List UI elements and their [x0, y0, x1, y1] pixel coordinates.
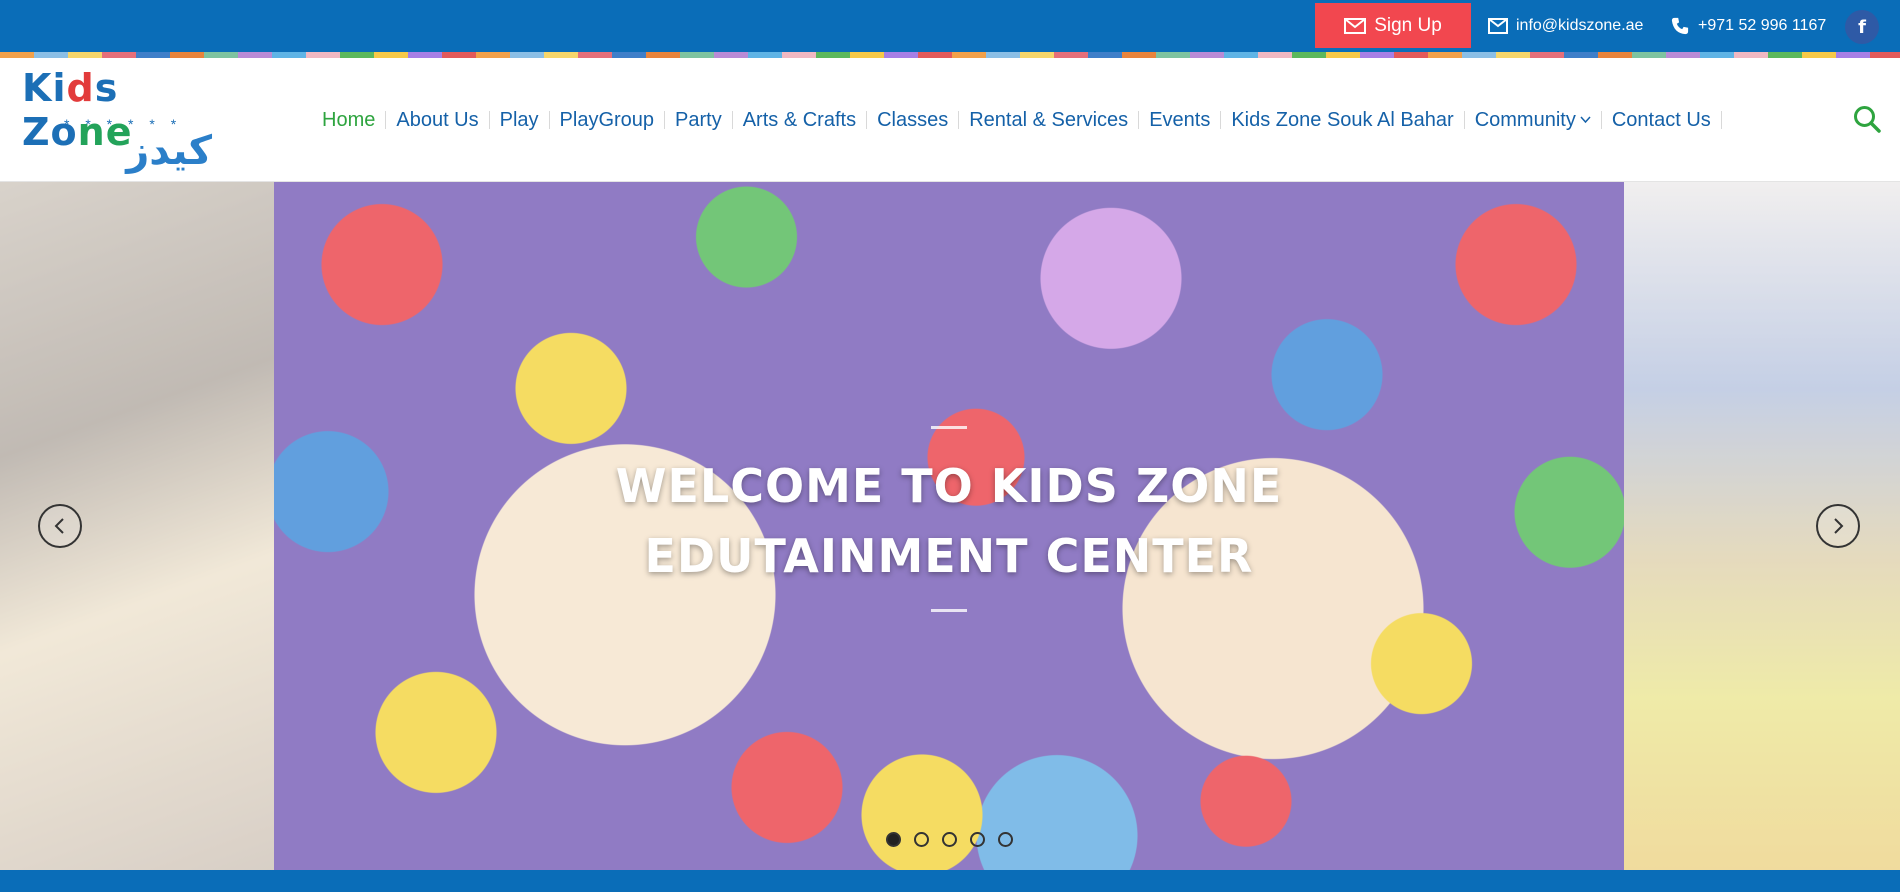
slider-dot[interactable] — [914, 832, 929, 847]
email-text: info@kidszone.ae — [1516, 17, 1644, 34]
logo-title-part: Ki — [22, 66, 67, 110]
slide-title-line: WELCOME TO KIDS ZONE — [615, 459, 1283, 513]
caption-divider-top — [931, 426, 967, 429]
slider-dot[interactable] — [942, 832, 957, 847]
facebook-glyph: f — [1858, 16, 1866, 38]
slide-title: WELCOME TO KIDS ZONE EDUTAINMENT CENTER — [274, 451, 1624, 591]
nav-item-playgroup[interactable]: PlayGroup — [550, 109, 665, 132]
nav-item-souk-al-bahar[interactable]: Kids Zone Souk Al Bahar — [1221, 109, 1463, 132]
current-slide-image: WELCOME TO KIDS ZONE EDUTAINMENT CENTER — [274, 182, 1624, 870]
nav-item-label: Classes — [877, 108, 949, 131]
main-nav: Home About Us Play PlayGroup Party Arts … — [312, 58, 1722, 182]
logo-title-part: d — [66, 66, 95, 110]
nav-item-contact-us[interactable]: Contact Us — [1602, 109, 1721, 132]
top-bar: Sign Up info@kidszone.ae +971 52 996 116… — [0, 0, 1900, 52]
slide-caption: WELCOME TO KIDS ZONE EDUTAINMENT CENTER — [274, 426, 1624, 612]
email-link[interactable]: info@kidszone.ae — [1488, 0, 1643, 52]
nav-item-label: About Us — [396, 108, 479, 131]
bottom-bar — [0, 870, 1900, 892]
sign-up-button[interactable]: Sign Up — [1315, 3, 1471, 48]
mail-icon — [1344, 17, 1367, 34]
nav-item-label: PlayGroup — [559, 108, 655, 131]
phone-text: +971 52 996 1167 — [1698, 17, 1827, 34]
slider-dot[interactable] — [886, 832, 901, 847]
caption-divider-bottom — [931, 609, 967, 612]
header: Kids Zone * * * * * * كيدز زون Home Abou… — [0, 58, 1900, 220]
mail-icon — [1488, 18, 1508, 34]
nav-item-label: Arts & Crafts — [742, 108, 857, 131]
nav-item-label: Events — [1149, 108, 1211, 131]
slider-dot[interactable] — [970, 832, 985, 847]
nav-item-events[interactable]: Events — [1139, 109, 1220, 132]
nav-item-label: Home — [322, 108, 376, 131]
phone-icon — [1671, 17, 1689, 35]
chevron-right-icon — [1834, 518, 1844, 534]
chevron-left-icon — [54, 518, 64, 534]
nav-item-party[interactable]: Party — [665, 109, 732, 132]
nav-item-label: Kids Zone Souk Al Bahar — [1231, 108, 1454, 131]
facebook-icon[interactable]: f — [1845, 10, 1879, 44]
slider-dot[interactable] — [998, 832, 1013, 847]
nav-item-arts-crafts[interactable]: Arts & Crafts — [733, 109, 866, 132]
nav-item-label: Play — [499, 108, 539, 131]
nav-separator — [1720, 111, 1722, 129]
nav-item-label: Community — [1474, 108, 1576, 131]
search-button[interactable] — [1852, 104, 1882, 134]
nav-item-home[interactable]: Home — [312, 109, 385, 132]
search-icon — [1854, 106, 1881, 133]
nav-item-label: Contact Us — [1611, 108, 1711, 131]
hero-slider: WELCOME TO KIDS ZONE EDUTAINMENT CENTER — [0, 182, 1900, 870]
slider-next-button[interactable] — [1816, 504, 1860, 548]
nav-item-about-us[interactable]: About Us — [386, 109, 488, 132]
nav-item-label: Rental & Services — [969, 108, 1129, 131]
slide-title-line: EDUTAINMENT CENTER — [644, 529, 1254, 583]
sign-up-label: Sign Up — [1374, 14, 1442, 36]
slider-prev-button[interactable] — [38, 504, 82, 548]
nav-item-community[interactable]: Community — [1465, 109, 1601, 132]
phone-link[interactable]: +971 52 996 1167 — [1670, 0, 1826, 52]
logo[interactable]: Kids Zone * * * * * * كيدز زون — [22, 66, 212, 220]
nav-item-classes[interactable]: Classes — [867, 109, 958, 132]
nav-item-play[interactable]: Play — [490, 109, 549, 132]
nav-item-label: Party — [675, 108, 722, 131]
nav-item-rental-services[interactable]: Rental & Services — [959, 109, 1138, 132]
chevron-down-icon — [1580, 116, 1591, 124]
slider-pagination — [886, 832, 1013, 847]
